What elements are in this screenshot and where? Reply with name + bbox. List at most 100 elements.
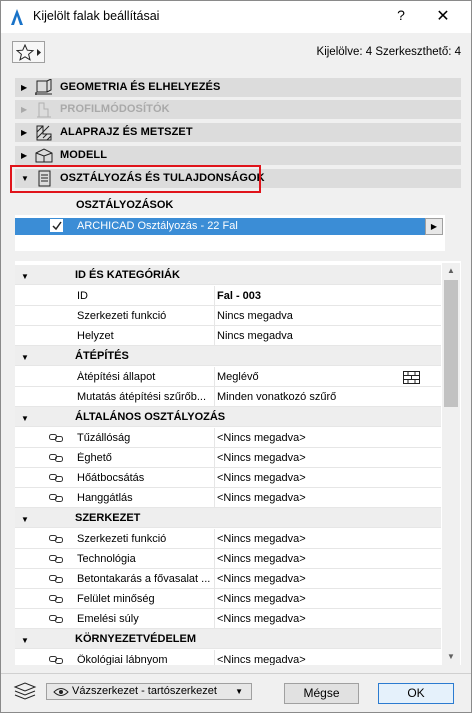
title-bar: Kijelölt falak beállításai ? ✕ bbox=[1, 1, 471, 33]
link-icon bbox=[49, 474, 63, 482]
property-value[interactable]: <Nincs megadva> bbox=[217, 432, 306, 444]
property-row[interactable]: Betontakarás a fővasalat ... <Nincs mega… bbox=[15, 569, 441, 589]
classification-checkbox[interactable] bbox=[50, 219, 63, 232]
property-name: Szerkezeti funkció bbox=[77, 533, 167, 545]
column-divider bbox=[214, 549, 215, 569]
panel-floor-plan-section[interactable]: ▶ ALAPRAJZ ÉS METSZET bbox=[15, 123, 461, 142]
property-row[interactable]: Hőátbocsátás <Nincs megadva> bbox=[15, 468, 441, 488]
panel-profile-modifiers: ▶ PROFILMÓDOSÍTÓK bbox=[15, 100, 461, 119]
column-divider bbox=[214, 569, 215, 589]
property-row[interactable]: Technológia <Nincs megadva> bbox=[15, 549, 441, 569]
panel-model[interactable]: ▶ MODELL bbox=[15, 146, 461, 165]
star-icon bbox=[16, 44, 41, 61]
profile-modifier-icon bbox=[37, 102, 51, 118]
expand-triangle-icon[interactable]: ▶ bbox=[21, 128, 27, 137]
checkmark-icon bbox=[52, 221, 62, 231]
property-row[interactable]: ID Fal - 003 bbox=[15, 286, 441, 306]
link-icon bbox=[49, 615, 63, 623]
property-value[interactable]: <Nincs megadva> bbox=[217, 654, 306, 665]
property-value[interactable]: Nincs megadva bbox=[217, 330, 293, 342]
property-row[interactable]: Helyzet Nincs megadva bbox=[15, 326, 441, 346]
property-value[interactable]: <Nincs megadva> bbox=[217, 533, 306, 545]
property-group-header[interactable]: ▼ KÖRNYEZETVÉDELEM bbox=[15, 629, 441, 649]
property-row[interactable]: Szerkezeti funkció Nincs megadva bbox=[15, 306, 441, 326]
property-value[interactable]: <Nincs megadva> bbox=[217, 613, 306, 625]
collapse-triangle-icon[interactable]: ▼ bbox=[21, 272, 29, 281]
property-row[interactable]: Éghető <Nincs megadva> bbox=[15, 448, 441, 468]
highlight-annotation bbox=[10, 165, 261, 193]
group-name: ÁLTALÁNOS OSZTÁLYOZÁS bbox=[75, 411, 226, 423]
property-name: Éghető bbox=[77, 452, 112, 464]
scroll-thumb[interactable] bbox=[444, 280, 458, 407]
close-button[interactable]: ✕ bbox=[431, 6, 455, 28]
property-value[interactable]: Fal - 003 bbox=[217, 290, 261, 302]
property-value[interactable]: <Nincs megadva> bbox=[217, 452, 306, 464]
classification-item[interactable]: ARCHICAD Osztályozás - 22 Fal bbox=[15, 218, 427, 235]
property-name: Tűzállóság bbox=[77, 432, 131, 444]
panel-label: PROFILMÓDOSÍTÓK bbox=[60, 103, 170, 115]
cancel-button[interactable]: Mégse bbox=[284, 683, 359, 704]
scroll-up-arrow[interactable]: ▲ bbox=[442, 263, 460, 279]
collapse-triangle-icon[interactable]: ▼ bbox=[21, 353, 29, 362]
link-icon bbox=[49, 595, 63, 603]
property-group-header[interactable]: ▼ ÁTÉPÍTÉS bbox=[15, 346, 441, 366]
classification-menu-arrow[interactable]: ▶ bbox=[425, 218, 443, 235]
properties-scrollbar[interactable]: ▲ ▼ bbox=[442, 263, 460, 665]
property-value[interactable]: <Nincs megadva> bbox=[217, 553, 306, 565]
column-divider bbox=[214, 529, 215, 549]
property-row[interactable]: Tűzállóság <Nincs megadva> bbox=[15, 428, 441, 448]
layer-dropdown[interactable]: Vázszerkezet - tartószerkezet ▼ bbox=[46, 683, 252, 700]
window-title: Kijelölt falak beállításai bbox=[33, 9, 160, 23]
property-value[interactable]: Meglévő bbox=[217, 371, 259, 383]
brick-pattern-icon[interactable] bbox=[403, 371, 420, 384]
layer-name: Vázszerkezet - tartószerkezet bbox=[72, 685, 217, 697]
property-value[interactable]: <Nincs megadva> bbox=[217, 472, 306, 484]
property-row[interactable]: Átépítési állapot Meglévő bbox=[15, 367, 441, 387]
classification-label: ARCHICAD Osztályozás - 22 Fal bbox=[77, 220, 238, 232]
property-value[interactable]: <Nincs megadva> bbox=[217, 492, 306, 504]
column-divider bbox=[214, 468, 215, 488]
property-row[interactable]: Ökológiai lábnyom <Nincs megadva> bbox=[15, 650, 441, 665]
expand-triangle-icon: ▶ bbox=[21, 105, 28, 114]
ok-button[interactable]: OK bbox=[378, 683, 454, 704]
property-value[interactable]: <Nincs megadva> bbox=[217, 593, 306, 605]
property-value[interactable]: Minden vonatkozó szűrő bbox=[217, 391, 336, 403]
collapse-triangle-icon[interactable]: ▼ bbox=[21, 636, 29, 645]
property-row[interactable]: Hanggátlás <Nincs megadva> bbox=[15, 488, 441, 508]
favorites-button[interactable] bbox=[12, 41, 45, 63]
property-name: Betontakarás a fővasalat ... bbox=[77, 573, 211, 585]
property-name: Technológia bbox=[77, 553, 136, 565]
property-group-header[interactable]: ▼ ÁLTALÁNOS OSZTÁLYOZÁS bbox=[15, 407, 441, 427]
expand-triangle-icon[interactable]: ▶ bbox=[21, 83, 27, 92]
property-row[interactable]: Szerkezeti funkció <Nincs megadva> bbox=[15, 529, 441, 549]
column-divider bbox=[214, 609, 215, 629]
property-name: Helyzet bbox=[77, 330, 114, 342]
column-divider bbox=[214, 367, 215, 387]
property-group-header[interactable]: ▼ ID ÉS KATEGÓRIÁK bbox=[15, 265, 441, 285]
column-divider bbox=[214, 428, 215, 448]
property-row[interactable]: Felület minőség <Nincs megadva> bbox=[15, 589, 441, 609]
collapse-triangle-icon[interactable]: ▼ bbox=[21, 515, 29, 524]
geometry-icon bbox=[35, 79, 52, 95]
eye-icon bbox=[53, 688, 69, 696]
help-button[interactable]: ? bbox=[389, 7, 413, 27]
collapse-triangle-icon[interactable]: ▼ bbox=[21, 414, 29, 423]
panel-geometry[interactable]: ▶ GEOMETRIA ÉS ELHELYEZÉS bbox=[15, 78, 461, 97]
archicad-app-icon bbox=[11, 9, 23, 25]
property-row[interactable]: Mutatás átépítési szűrőb... Minden vonat… bbox=[15, 387, 441, 407]
property-row[interactable]: Emelési súly <Nincs megadva> bbox=[15, 609, 441, 629]
classifications-header: OSZTÁLYOZÁSOK bbox=[76, 199, 174, 211]
column-divider bbox=[214, 488, 215, 508]
link-icon bbox=[49, 494, 63, 502]
column-divider bbox=[214, 650, 215, 665]
property-group-header[interactable]: ▼ SZERKEZET bbox=[15, 508, 441, 528]
expand-triangle-icon[interactable]: ▶ bbox=[21, 151, 27, 160]
link-icon bbox=[49, 535, 63, 543]
property-value[interactable]: <Nincs megadva> bbox=[217, 573, 306, 585]
group-name: SZERKEZET bbox=[75, 512, 141, 524]
scroll-down-arrow[interactable]: ▼ bbox=[442, 649, 460, 665]
column-divider bbox=[214, 326, 215, 346]
property-value[interactable]: Nincs megadva bbox=[217, 310, 293, 322]
link-icon bbox=[49, 555, 63, 563]
properties-list: ▼ ID ÉS KATEGÓRIÁK ID Fal - 003 Szerkeze… bbox=[15, 261, 461, 665]
